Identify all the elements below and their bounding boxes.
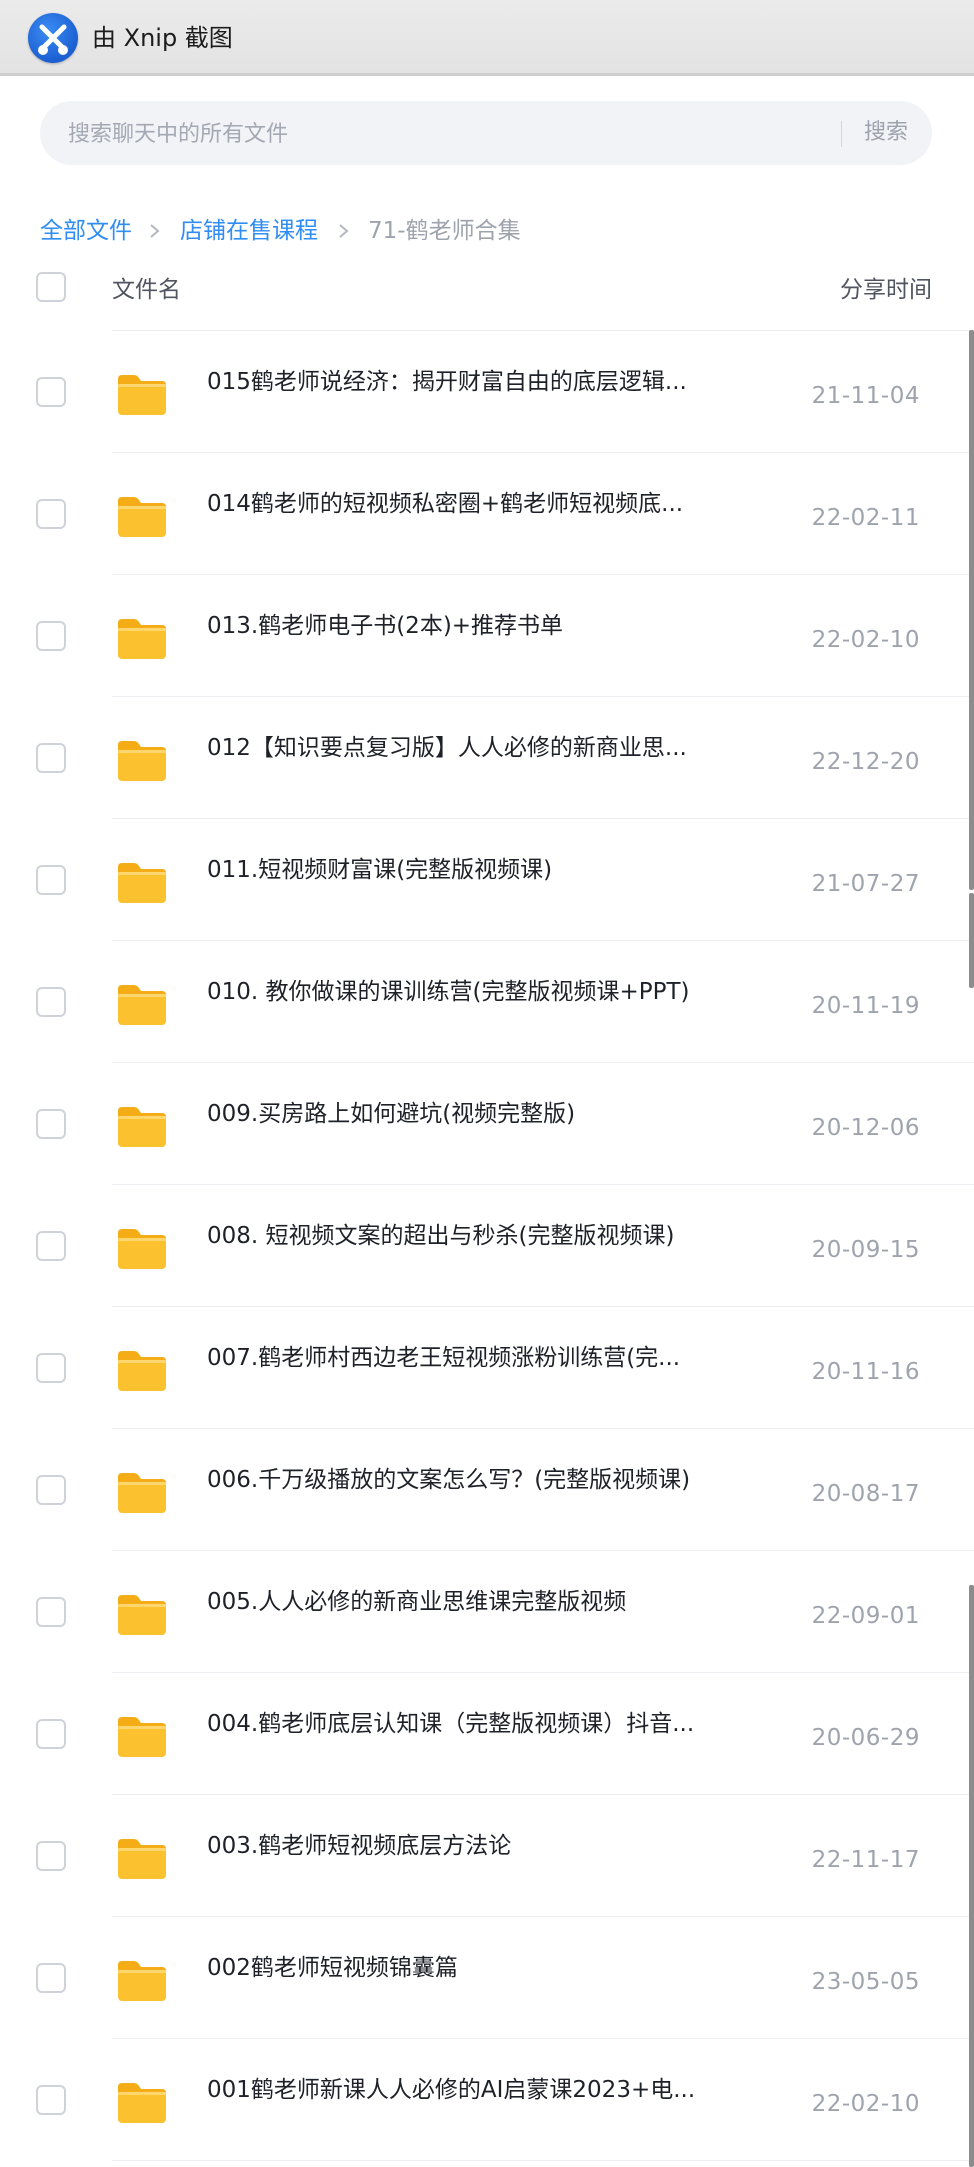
- table-row[interactable]: 007.鹤老师村西边老王短视频涨粉训练营(完... 20-11-16: [0, 1307, 974, 1429]
- row-checkbox[interactable]: [36, 1109, 66, 1139]
- file-name: 014鹤老师的短视频私密圈+鹤老师短视频底...: [207, 491, 684, 517]
- column-header-name[interactable]: 文件名: [112, 270, 181, 310]
- folder-icon: [116, 373, 168, 417]
- share-date: 22-02-10: [811, 2091, 920, 2117]
- file-name: 010. 教你做课的课训练营(完整版视频课+PPT): [207, 979, 690, 1005]
- share-date: 20-06-29: [811, 1725, 920, 1751]
- share-date: 22-09-01: [811, 1603, 920, 1629]
- breadcrumb-item-store-courses[interactable]: 店铺在售课程: [180, 213, 318, 249]
- row-checkbox[interactable]: [36, 1231, 66, 1261]
- column-header-time[interactable]: 分享时间: [840, 270, 932, 310]
- share-date: 20-11-16: [811, 1359, 920, 1385]
- search-input[interactable]: [66, 101, 850, 167]
- row-checkbox[interactable]: [36, 1841, 66, 1871]
- file-name: 003.鹤老师短视频底层方法论: [207, 1833, 512, 1859]
- share-date: 23-05-05: [811, 1969, 920, 1995]
- table-row[interactable]: 012【知识要点复习版】人人必修的新商业思... 22-12-20: [0, 697, 974, 819]
- row-checkbox[interactable]: [36, 1597, 66, 1627]
- row-divider: [112, 2160, 974, 2161]
- table-row[interactable]: 004.鹤老师底层认知课（完整版视频课）抖音... 20-06-29: [0, 1673, 974, 1795]
- folder-icon: [116, 1471, 168, 1515]
- breadcrumb-item-current: 71-鹤老师合集: [368, 218, 521, 244]
- row-checkbox[interactable]: [36, 2085, 66, 2115]
- folder-icon: [116, 617, 168, 661]
- file-name: 008. 短视频文案的超出与秒杀(完整版视频课): [207, 1223, 675, 1249]
- folder-icon: [116, 495, 168, 539]
- file-name: 015鹤老师说经济：揭开财富自由的底层逻辑...: [207, 369, 687, 395]
- scrollbar-segment[interactable]: [969, 330, 974, 890]
- folder-icon: [116, 983, 168, 1027]
- table-row[interactable]: 003.鹤老师短视频底层方法论 22-11-17: [0, 1795, 974, 1917]
- table-row[interactable]: 009.买房路上如何避坑(视频完整版) 20-12-06: [0, 1063, 974, 1185]
- row-checkbox[interactable]: [36, 743, 66, 773]
- search-bar: 搜索: [40, 101, 932, 167]
- file-name: 002鹤老师短视频锦囊篇: [207, 1955, 458, 1981]
- folder-icon: [116, 1593, 168, 1637]
- chevron-right-icon: [148, 213, 162, 261]
- scrollbar-segment[interactable]: [969, 1585, 974, 2167]
- table-row[interactable]: 001鹤老师新课人人必修的AI启蒙课2023+电... 22-02-10: [0, 2039, 974, 2161]
- share-date: 20-11-19: [811, 993, 920, 1019]
- share-date: 22-11-17: [811, 1847, 920, 1873]
- table-row[interactable]: 002鹤老师短视频锦囊篇 23-05-05: [0, 1917, 974, 2039]
- folder-icon: [116, 1959, 168, 2003]
- row-checkbox[interactable]: [36, 377, 66, 407]
- folder-icon: [116, 2081, 168, 2125]
- share-date: 22-02-10: [811, 627, 920, 653]
- file-name: 001鹤老师新课人人必修的AI启蒙课2023+电...: [207, 2077, 696, 2103]
- scrollbar-segment[interactable]: [969, 893, 974, 988]
- file-name: 011.短视频财富课(完整版视频课): [207, 857, 553, 883]
- app-title: 由 Xnip 截图: [92, 24, 233, 52]
- file-name: 006.千万级播放的文案怎么写？(完整版视频课): [207, 1467, 691, 1493]
- row-checkbox[interactable]: [36, 1353, 66, 1383]
- folder-icon: [116, 1837, 168, 1881]
- table-row[interactable]: 011.短视频财富课(完整版视频课) 21-07-27: [0, 819, 974, 941]
- share-date: 22-02-11: [811, 505, 920, 531]
- folder-icon: [116, 1349, 168, 1393]
- row-checkbox[interactable]: [36, 1963, 66, 1993]
- share-date: 22-12-20: [811, 749, 920, 775]
- folder-icon: [116, 861, 168, 905]
- table-row[interactable]: 010. 教你做课的课训练营(完整版视频课+PPT) 20-11-19: [0, 941, 974, 1063]
- chevron-right-icon: [337, 213, 351, 261]
- share-date: 20-12-06: [811, 1115, 920, 1141]
- table-row[interactable]: 005.人人必修的新商业思维课完整版视频 22-09-01: [0, 1551, 974, 1673]
- search-divider: [841, 121, 842, 147]
- file-name: 012【知识要点复习版】人人必修的新商业思...: [207, 735, 687, 761]
- file-name: 009.买房路上如何避坑(视频完整版): [207, 1101, 576, 1127]
- file-name: 007.鹤老师村西边老王短视频涨粉训练营(完...: [207, 1345, 681, 1371]
- share-date: 20-08-17: [811, 1481, 920, 1507]
- folder-icon: [116, 1715, 168, 1759]
- table-row[interactable]: 014鹤老师的短视频私密圈+鹤老师短视频底... 22-02-11: [0, 453, 974, 575]
- table-row[interactable]: 008. 短视频文案的超出与秒杀(完整版视频课) 20-09-15: [0, 1185, 974, 1307]
- file-name: 013.鹤老师电子书(2本)+推荐书单: [207, 613, 564, 639]
- search-button[interactable]: 搜索: [856, 101, 916, 165]
- share-date: 20-09-15: [811, 1237, 920, 1263]
- folder-icon: [116, 1105, 168, 1149]
- xnip-logo-icon: [28, 13, 78, 63]
- row-checkbox[interactable]: [36, 987, 66, 1017]
- table-row[interactable]: 015鹤老师说经济：揭开财富自由的底层逻辑... 21-11-04: [0, 331, 974, 453]
- breadcrumb-item-all-files[interactable]: 全部文件: [40, 213, 132, 249]
- row-checkbox[interactable]: [36, 1719, 66, 1749]
- table-header: 文件名 分享时间: [0, 270, 974, 330]
- share-date: 21-07-27: [811, 871, 920, 897]
- row-checkbox[interactable]: [36, 1475, 66, 1505]
- folder-icon: [116, 1227, 168, 1271]
- window-title-bar: 由 Xnip 截图: [0, 0, 974, 76]
- file-name: 004.鹤老师底层认知课（完整版视频课）抖音...: [207, 1711, 695, 1737]
- share-date: 21-11-04: [811, 383, 920, 409]
- row-checkbox[interactable]: [36, 865, 66, 895]
- file-name: 005.人人必修的新商业思维课完整版视频: [207, 1589, 627, 1615]
- table-row[interactable]: 013.鹤老师电子书(2本)+推荐书单 22-02-10: [0, 575, 974, 697]
- select-all-checkbox[interactable]: [36, 272, 66, 302]
- row-checkbox[interactable]: [36, 621, 66, 651]
- folder-icon: [116, 739, 168, 783]
- table-row[interactable]: 006.千万级播放的文案怎么写？(完整版视频课) 20-08-17: [0, 1429, 974, 1551]
- row-checkbox[interactable]: [36, 499, 66, 529]
